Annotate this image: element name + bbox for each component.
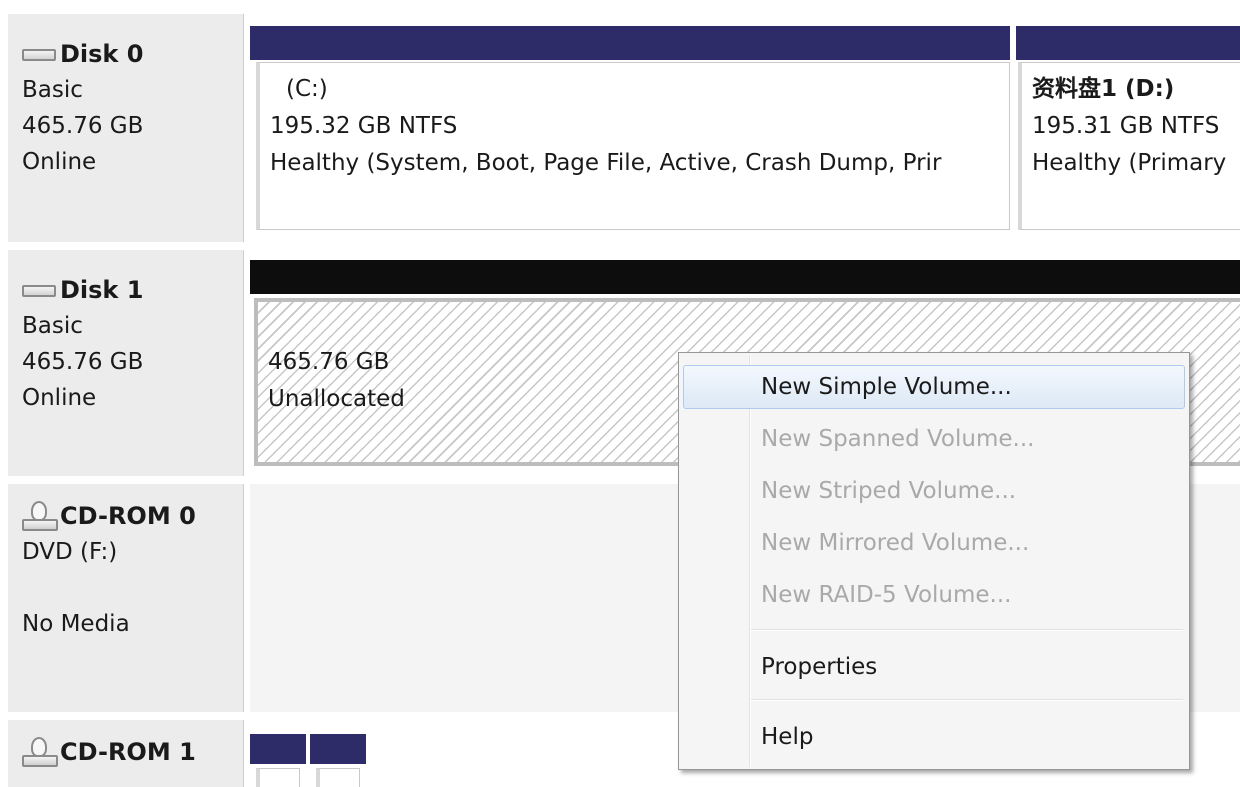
cd-rom-1-label-panel[interactable]: CD-ROM 1: [8, 720, 244, 787]
cd-rom-1-volume-b[interactable]: [316, 768, 360, 787]
volume-c-size-fs: 195.32 GB NTFS: [270, 113, 458, 139]
disk-0-size: 465.76 GB: [22, 113, 144, 139]
menu-separator: [751, 699, 1183, 701]
cd-rom-icon: [22, 501, 58, 531]
menu-item-new-striped-volume[interactable]: New Striped Volume...: [683, 469, 1185, 513]
hard-disk-icon: [22, 285, 56, 297]
context-menu: New Simple Volume... New Spanned Volume.…: [678, 352, 1190, 770]
menu-separator: [751, 629, 1183, 631]
cd-rom-0-title-row: CD-ROM 0: [22, 498, 243, 534]
menu-item-help[interactable]: Help: [683, 715, 1185, 759]
volume-d-color-bar: [1016, 26, 1240, 60]
volume-c-health: Healthy (System, Boot, Page File, Active…: [270, 150, 942, 176]
cd-rom-1-bar-b: [310, 734, 366, 764]
cd-rom-1-title-row: CD-ROM 1: [22, 734, 243, 770]
volume-c-color-bar: [250, 26, 1010, 60]
menu-item-properties[interactable]: Properties: [683, 645, 1185, 689]
cd-rom-1-volume-a[interactable]: [256, 768, 300, 787]
volume-d-health: Healthy (Primary: [1032, 150, 1227, 176]
unallocated-color-bar: [250, 260, 1240, 294]
volume-d[interactable]: 资料盘1 (D:) 195.31 GB NTFS Healthy (Primar…: [1018, 62, 1240, 230]
volume-c[interactable]: (C:) 195.32 GB NTFS Healthy (System, Boo…: [256, 62, 1010, 230]
cd-rom-0-label-panel[interactable]: CD-ROM 0 DVD (F:) No Media: [8, 484, 244, 712]
volume-d-name: 资料盘1 (D:): [1032, 76, 1175, 102]
disk-0-type: Basic: [22, 77, 83, 103]
menu-item-new-raid5-volume[interactable]: New RAID-5 Volume...: [683, 573, 1185, 617]
cd-rom-1-name: CD-ROM 1: [60, 738, 196, 766]
hard-disk-icon: [22, 49, 56, 61]
disk-1-label-panel[interactable]: Disk 1 Basic 465.76 GB Online: [8, 250, 244, 476]
disk-0-label-panel[interactable]: Disk 0 Basic 465.76 GB Online: [8, 14, 244, 242]
disk-0-volume-row: (C:) 195.32 GB NTFS Healthy (System, Boo…: [244, 14, 1240, 242]
menu-item-new-spanned-volume[interactable]: New Spanned Volume...: [683, 417, 1185, 461]
disk-1-size: 465.76 GB: [22, 349, 144, 375]
disk-1-type: Basic: [22, 313, 83, 339]
disk-1-name: Disk 1: [60, 276, 144, 304]
cd-rom-0-status: No Media: [22, 611, 130, 637]
cd-rom-1-bar-a: [250, 734, 306, 764]
menu-item-new-mirrored-volume[interactable]: New Mirrored Volume...: [683, 521, 1185, 565]
cd-rom-0-name: CD-ROM 0: [60, 502, 196, 530]
volume-c-name: (C:): [286, 76, 328, 102]
cd-rom-icon: [22, 737, 58, 767]
disk-1-status: Online: [22, 385, 97, 411]
cd-rom-0-type: DVD (F:): [22, 539, 118, 565]
disk-0-title-row: Disk 0: [22, 36, 243, 72]
disk-management-view: Disk 0 Basic 465.76 GB Online (C:) 195.3…: [0, 0, 1240, 787]
disk-0-name: Disk 0: [60, 40, 144, 68]
menu-item-new-simple-volume[interactable]: New Simple Volume...: [683, 365, 1185, 409]
disk-1-title-row: Disk 1: [22, 272, 243, 308]
volume-d-size-fs: 195.31 GB NTFS: [1032, 113, 1220, 139]
disk-0-status: Online: [22, 149, 97, 175]
